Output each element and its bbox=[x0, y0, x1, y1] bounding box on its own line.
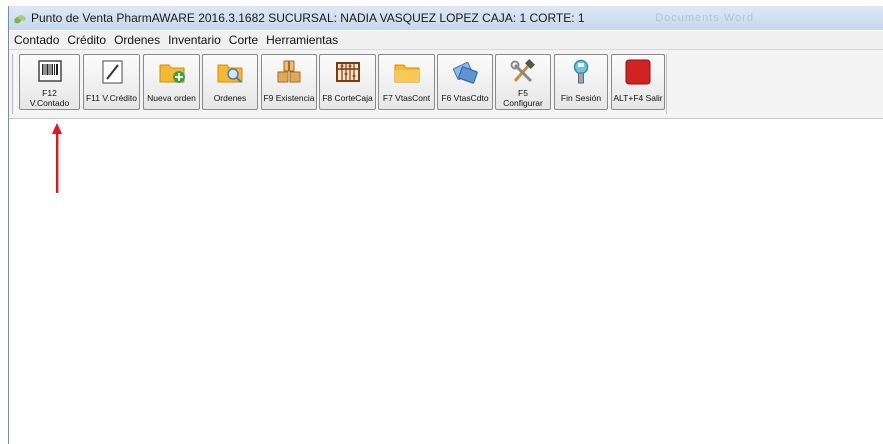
toolbar-grip[interactable] bbox=[12, 54, 16, 114]
folder-search-icon bbox=[216, 59, 244, 85]
stop-icon bbox=[624, 59, 652, 85]
ordenes-label: Ordenes bbox=[213, 93, 247, 103]
background-window-text: Documents Word bbox=[655, 12, 754, 24]
menu-herramientas[interactable]: Herramientas bbox=[263, 31, 341, 49]
toolbar: F12 V.Contado F11 V.Crédito Nueva orden bbox=[9, 50, 883, 119]
window-title: Punto de Venta PharmAWARE 2016.3.1682 SU… bbox=[31, 11, 585, 25]
folder-add-icon bbox=[158, 59, 186, 85]
configurar-label: F5 Configurar bbox=[503, 88, 543, 108]
salir-button[interactable]: ALT+F4 Salir bbox=[611, 54, 665, 110]
vtas-cdto-button[interactable]: F6 VtasCdto bbox=[437, 54, 493, 110]
key-icon bbox=[567, 59, 595, 85]
v-credito-button[interactable]: F11 V.Crédito bbox=[83, 54, 140, 110]
menu-contado[interactable]: Contado bbox=[11, 31, 62, 49]
app-leaf-icon bbox=[13, 12, 27, 24]
menu-credito[interactable]: Crédito bbox=[64, 31, 109, 49]
vtas-cont-button[interactable]: F7 VtasCont bbox=[378, 54, 435, 110]
vtas-cdto-label: F6 VtasCdto bbox=[441, 93, 489, 103]
toolbar-end-separator bbox=[666, 54, 667, 114]
annotation-arrow bbox=[52, 123, 62, 193]
app-window: Punto de Venta PharmAWARE 2016.3.1682 SU… bbox=[8, 6, 883, 444]
abacus-icon bbox=[334, 59, 362, 85]
folder-icon bbox=[393, 59, 421, 85]
fin-sesion-label: Fin Sesión bbox=[560, 93, 602, 103]
title-bar: Punto de Venta PharmAWARE 2016.3.1682 SU… bbox=[9, 6, 883, 30]
vtas-cont-label: F7 VtasCont bbox=[382, 93, 431, 103]
v-contado-button[interactable]: F12 V.Contado bbox=[19, 54, 80, 110]
v-contado-label: F12 V.Contado bbox=[29, 88, 70, 108]
existencia-button[interactable]: F9 Existencia bbox=[261, 54, 317, 110]
configurar-button[interactable]: F5 Configurar bbox=[495, 54, 551, 110]
menu-inventario[interactable]: Inventario bbox=[165, 31, 224, 49]
menu-corte[interactable]: Corte bbox=[226, 31, 261, 49]
cards-icon bbox=[451, 59, 479, 85]
corte-caja-button[interactable]: F8 CorteCaja bbox=[319, 54, 376, 110]
existencia-label: F9 Existencia bbox=[263, 93, 315, 103]
v-credito-label: F11 V.Crédito bbox=[85, 93, 138, 103]
nueva-orden-label: Nueva orden bbox=[147, 93, 196, 103]
nueva-orden-button[interactable]: Nueva orden bbox=[143, 54, 200, 110]
ordenes-button[interactable]: Ordenes bbox=[202, 54, 258, 110]
menu-ordenes[interactable]: Ordenes bbox=[111, 31, 163, 49]
main-content-area bbox=[9, 119, 883, 444]
boxes-icon bbox=[275, 59, 303, 85]
corte-caja-label: F8 CorteCaja bbox=[322, 93, 373, 103]
barcode-icon bbox=[36, 59, 64, 85]
fin-sesion-button[interactable]: Fin Sesión bbox=[554, 54, 608, 110]
salir-label: ALT+F4 Salir bbox=[613, 93, 663, 103]
menu-bar: Contado Crédito Ordenes Inventario Corte… bbox=[9, 31, 883, 50]
tools-icon bbox=[509, 59, 537, 85]
pencil-icon bbox=[98, 59, 126, 85]
